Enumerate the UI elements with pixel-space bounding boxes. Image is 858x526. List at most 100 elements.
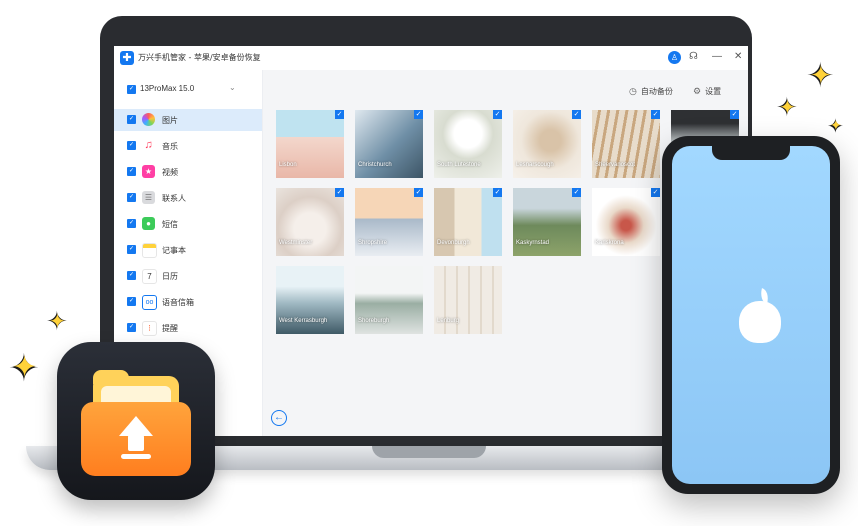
sidebar-item-label: 记事本 [162, 246, 186, 255]
photo-thumbnail[interactable]: Karlskrona ✓ [592, 188, 660, 256]
category-checkbox[interactable]: ✓ [127, 219, 136, 228]
photo-caption: Lisbon [279, 162, 297, 168]
contacts-icon: ☰ [142, 191, 155, 204]
photo-caption: Karlskrona [595, 240, 624, 246]
category-checkbox[interactable]: ✓ [127, 271, 136, 280]
photo-caption: Sheervanoscot [595, 162, 636, 168]
device-checkbox[interactable]: ✓ [127, 85, 136, 94]
upload-arrow-icon [119, 416, 153, 436]
messages-icon: ● [142, 217, 155, 230]
iphone-notch [712, 146, 790, 160]
sidebar-item-label: 短信 [162, 220, 178, 229]
apple-logo-icon [739, 301, 781, 343]
notes-icon [142, 243, 157, 258]
laptop-hinge-notch [372, 446, 486, 458]
category-checkbox[interactable]: ✓ [127, 297, 136, 306]
category-checkbox[interactable]: ✓ [127, 115, 136, 124]
iphone-screen [672, 146, 830, 484]
category-checkbox[interactable]: ✓ [127, 193, 136, 202]
sidebar-item-label: 图片 [162, 116, 178, 125]
window-title: 万兴手机管家 - 苹果/安卓备份恢复 [138, 53, 261, 62]
settings-button[interactable]: ⚙ 设置 [693, 86, 721, 97]
sidebar-item-messages[interactable]: ✓ ● 短信 [114, 213, 262, 235]
sidebar-item-video[interactable]: ✓ ★ 视频 [114, 161, 262, 183]
title-bar: ✚ 万兴手机管家 - 苹果/安卓备份恢复 ♙ ☊ — ✕ [114, 46, 748, 71]
photo-checkbox[interactable]: ✓ [414, 188, 423, 197]
photo-thumbnail[interactable]: Kaskyrnstad ✓ [513, 188, 581, 256]
photo-checkbox[interactable]: ✓ [572, 188, 581, 197]
photo-checkbox[interactable]: ✓ [730, 110, 739, 119]
sidebar-item-label: 联系人 [162, 194, 186, 203]
photo-thumbnail[interactable]: South Lutestone ✓ [434, 110, 502, 178]
upload-arrow-icon [128, 435, 144, 451]
settings-label: 设置 [705, 87, 722, 96]
photo-caption: West Kerrasburgh [279, 318, 328, 324]
back-button[interactable]: ← [271, 410, 287, 426]
sidebar-item-calendar[interactable]: ✓ 7 日历 [114, 265, 262, 287]
photo-caption: South Lutestone [437, 162, 481, 168]
category-checkbox[interactable]: ✓ [127, 323, 136, 332]
sparkle-icon: ✦ ✦ [776, 92, 798, 122]
headset-icon[interactable]: ☊ [689, 51, 698, 63]
photo-thumbnail[interactable]: Shropshire ✓ [355, 188, 423, 256]
photo-caption: Kaskyrnstad [516, 240, 550, 246]
photo-checkbox[interactable]: ✓ [572, 110, 581, 119]
photo-checkbox[interactable]: ✓ [414, 110, 423, 119]
sidebar-item-label: 音乐 [162, 142, 178, 151]
photo-thumbnail[interactable]: Devonburgh ✓ [434, 188, 502, 256]
photo-caption: Lenburg [437, 318, 460, 324]
app-icon [57, 342, 215, 500]
photos-icon [142, 113, 155, 126]
photo-thumbnail[interactable]: Lisbon ✓ [276, 110, 344, 178]
close-icon[interactable]: ✕ [734, 51, 742, 63]
iphone-device [662, 136, 840, 494]
sparkle-icon: ✦ ✦ [8, 348, 40, 390]
sidebar-item-contacts[interactable]: ✓ ☰ 联系人 [114, 187, 262, 209]
auto-backup-button[interactable]: ◷ 自动备份 [629, 86, 673, 97]
sparkle-icon: ✦ ✦ [827, 116, 844, 138]
device-selector[interactable]: ✓ 13ProMax 15.0 ⌄ [114, 80, 262, 100]
calendar-icon: 7 [142, 269, 157, 284]
photo-caption: Shropshire [358, 240, 388, 246]
chevron-down-icon[interactable]: ⌄ [229, 83, 236, 92]
photo-caption: Lesnarscough [516, 162, 554, 168]
photo-checkbox[interactable]: ✓ [493, 110, 502, 119]
sidebar-item-reminders[interactable]: ✓ ⁝ 提醒 [114, 317, 262, 339]
photo-thumbnail[interactable]: Christchurch ✓ [355, 110, 423, 178]
user-avatar-icon[interactable]: ♙ [668, 51, 681, 64]
sidebar-item-notes[interactable]: ✓ 记事本 [114, 239, 262, 261]
photo-thumbnail[interactable]: Lesnarscough ✓ [513, 110, 581, 178]
device-name: 13ProMax 15.0 [140, 84, 195, 93]
sparkle-icon: ✦ ✦ [46, 306, 68, 336]
sidebar-item-voicemail[interactable]: ✓ oo 语音信箱 [114, 291, 262, 313]
category-checkbox[interactable]: ✓ [127, 141, 136, 150]
photo-caption: Westminster [279, 240, 313, 246]
video-icon: ★ [142, 165, 155, 178]
minimize-icon[interactable]: — [712, 51, 722, 63]
clock-icon: ◷ [629, 87, 637, 97]
category-checkbox[interactable]: ✓ [127, 167, 136, 176]
photo-checkbox[interactable]: ✓ [493, 188, 502, 197]
sidebar-item-label: 日历 [162, 272, 178, 281]
photo-thumbnail[interactable]: Westminster ✓ [276, 188, 344, 256]
photo-thumbnail[interactable]: Shoreburgh [355, 266, 423, 334]
sidebar-item-label: 语音信箱 [162, 298, 194, 307]
auto-backup-label: 自动备份 [640, 87, 673, 96]
sparkle-icon: ✦ ✦ [806, 57, 835, 95]
app-logo-icon: ✚ [120, 51, 134, 65]
photo-caption: Christchurch [358, 162, 392, 168]
gear-icon: ⚙ [693, 87, 702, 97]
photo-thumbnail[interactable]: Sheervanoscot ✓ [592, 110, 660, 178]
sidebar-item-music[interactable]: ✓ ♫ 音乐 [114, 135, 262, 157]
photo-checkbox[interactable]: ✓ [335, 188, 344, 197]
photo-checkbox[interactable]: ✓ [651, 188, 660, 197]
photo-thumbnail[interactable]: Lenburg [434, 266, 502, 334]
photo-thumbnail[interactable]: West Kerrasburgh [276, 266, 344, 334]
upload-arrow-icon [121, 454, 151, 459]
reminders-icon: ⁝ [142, 321, 157, 336]
sidebar-item-photos[interactable]: ✓ 图片 [114, 109, 262, 131]
category-checkbox[interactable]: ✓ [127, 245, 136, 254]
photo-caption: Devonburgh [437, 240, 470, 246]
photo-checkbox[interactable]: ✓ [335, 110, 344, 119]
photo-checkbox[interactable]: ✓ [651, 110, 660, 119]
